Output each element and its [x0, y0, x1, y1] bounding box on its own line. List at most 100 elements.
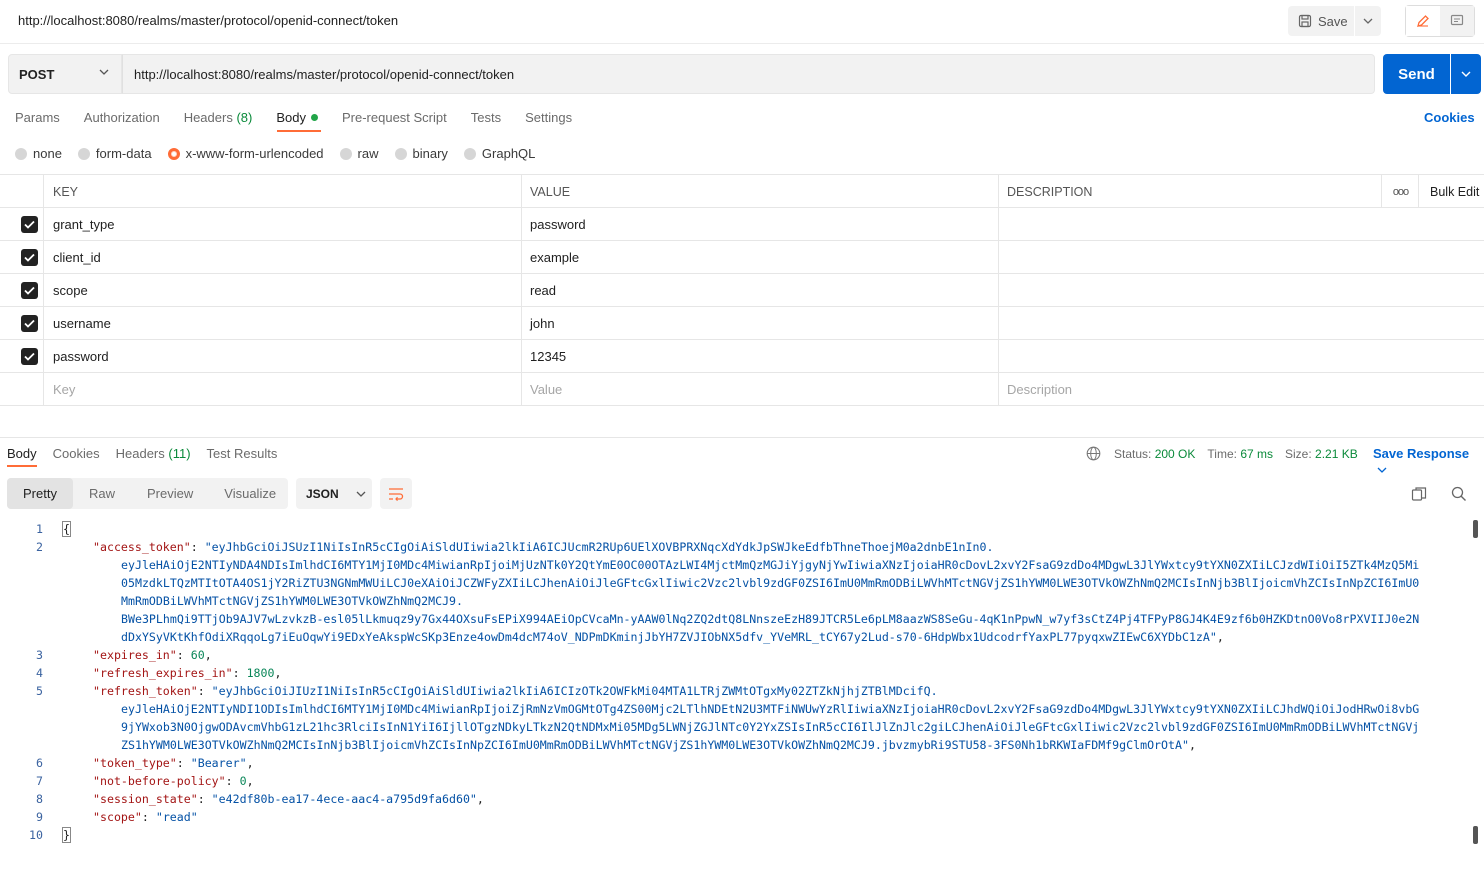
response-tab-cookies[interactable]: Cookies — [53, 446, 100, 461]
radio-x-www-form-urlencoded[interactable]: x-www-form-urlencoded — [167, 146, 324, 161]
chevron-down-icon — [1461, 71, 1471, 77]
row-checkbox[interactable] — [21, 348, 38, 365]
key-cell[interactable]: grant_type — [44, 208, 522, 241]
save-options-button[interactable] — [1355, 6, 1381, 36]
line-number: 7 — [36, 774, 43, 788]
description-cell[interactable] — [999, 307, 1382, 340]
request-title[interactable]: http://localhost:8080/realms/master/prot… — [18, 13, 398, 28]
globe-icon[interactable] — [1086, 446, 1101, 461]
send-options-button[interactable] — [1451, 54, 1481, 94]
wrap-lines-button[interactable] — [380, 478, 412, 509]
tab-pre-request-script[interactable]: Pre-request Script — [342, 110, 447, 130]
description-placeholder-cell[interactable]: Description — [999, 373, 1382, 406]
size-readout[interactable]: Size: 2.21 KB — [1285, 447, 1358, 461]
key-cell[interactable]: client_id — [44, 241, 522, 274]
table-row: client_id example — [0, 241, 1484, 274]
value-cell[interactable]: read — [522, 274, 999, 307]
code-wrap-line: 9jYWxob3N0OjgwODAvcmVhbG1zL21hc3RlciIsIn… — [0, 718, 1470, 736]
body-params-table: KEY VALUE DESCRIPTION ooo Bulk Edit gran… — [0, 174, 1484, 406]
more-options-icon[interactable]: ooo — [1383, 175, 1419, 208]
response-tab-test-results[interactable]: Test Results — [207, 446, 278, 461]
tab-headers-count: (8) — [236, 110, 253, 125]
value-cell[interactable]: password — [522, 208, 999, 241]
search-icon[interactable] — [1451, 486, 1467, 502]
status-readout[interactable]: Status: 200 OK — [1114, 447, 1195, 461]
check-cell — [0, 307, 44, 340]
row-checkbox[interactable] — [21, 249, 38, 266]
line-number: 8 — [36, 792, 43, 806]
save-button[interactable]: Save — [1288, 6, 1354, 36]
json-key: "not-before-policy" — [93, 774, 226, 788]
table-row: username john — [0, 307, 1484, 340]
radio-label: x-www-form-urlencoded — [185, 146, 324, 161]
tab-authorization[interactable]: Authorization — [84, 110, 160, 130]
key-cell[interactable]: username — [44, 307, 522, 340]
tab-body[interactable]: Body — [276, 110, 318, 130]
code-text: "refresh_expires_in": 1800, — [93, 666, 282, 680]
response-tab-headers[interactable]: Headers (11) — [116, 446, 191, 461]
documentation-mode-button[interactable] — [1440, 6, 1474, 36]
send-button[interactable]: Send — [1383, 54, 1450, 94]
copy-icon[interactable] — [1411, 486, 1427, 502]
key-cell[interactable]: password — [44, 340, 522, 373]
response-meta: Status: 200 OK Time: 67 ms Size: 2.21 KB — [1086, 446, 1370, 461]
row-checkbox[interactable] — [21, 282, 38, 299]
column-header-description: DESCRIPTION — [999, 175, 1382, 208]
view-tab-raw[interactable]: Raw — [89, 486, 115, 501]
code-wrap-line: eyJleHAiOjE2NTIyNDI1ODIsImlhdCI6MTY1MjI0… — [0, 700, 1470, 718]
view-tab-preview[interactable]: Preview — [147, 486, 193, 501]
key-placeholder-cell[interactable]: Key — [44, 373, 522, 406]
json-string: eyJleHAiOjE2NTIyNDI1ODIsImlhdCI6MTY1MjI0… — [121, 702, 1420, 716]
description-cell[interactable] — [999, 241, 1382, 274]
cookies-link[interactable]: Cookies — [1424, 110, 1475, 125]
code-line: 5 "refresh_token": "eyJhbGciOiJIUzI1NiIs… — [0, 682, 1470, 700]
scrollbar-marker-top[interactable] — [1473, 520, 1478, 538]
format-value: JSON — [306, 486, 339, 501]
format-select[interactable]: JSON — [296, 478, 372, 509]
code-wrap-line: MmRmODBiLWVhMTctNGVjZS1hYWM0LWE3OTVkOWZh… — [0, 592, 1470, 610]
tab-headers[interactable]: Headers (8) — [184, 110, 253, 130]
json-string: ZS1hYWM0LWE3OTVkOWZhNmQ2MCIsInNjb3BlIjoi… — [121, 738, 1189, 752]
chevron-down-icon — [99, 69, 109, 75]
row-checkbox[interactable] — [21, 315, 38, 332]
radio-none[interactable]: none — [15, 146, 62, 161]
request-url-input[interactable]: http://localhost:8080/realms/master/prot… — [122, 54, 1375, 94]
row-checkbox[interactable] — [21, 216, 38, 233]
body-indicator-dot — [310, 114, 318, 121]
http-method-value: POST — [19, 66, 55, 82]
description-cell[interactable] — [999, 340, 1382, 373]
description-cell[interactable] — [999, 208, 1382, 241]
size-label: Size: — [1285, 446, 1312, 461]
line-number: 1 — [36, 522, 43, 536]
value-cell[interactable]: 12345 — [522, 340, 999, 373]
http-method-select[interactable]: POST — [8, 54, 122, 94]
view-tab-pretty[interactable]: Pretty — [7, 478, 73, 509]
tab-params[interactable]: Params — [15, 110, 60, 130]
bulk-edit-button[interactable]: Bulk Edit — [1430, 175, 1479, 208]
json-key: "session_state" — [93, 792, 198, 806]
tab-tests[interactable]: Tests — [471, 110, 501, 130]
radio-raw[interactable]: raw — [339, 146, 379, 161]
time-readout[interactable]: Time: 67 ms — [1207, 447, 1273, 461]
json-string: BWe3PLhmQi9TTjOb9AJV7wLzvkzB-esl05lLkmuq… — [121, 612, 1420, 626]
key-cell[interactable]: scope — [44, 274, 522, 307]
radio-graphql[interactable]: GraphQL — [463, 146, 535, 161]
value-placeholder-cell[interactable]: Value — [522, 373, 999, 406]
tab-settings[interactable]: Settings — [525, 110, 572, 130]
json-string: "eyJhbGciOiJSUzI1NiIsInR5cCIgOiAiSldUIiw… — [204, 540, 994, 554]
view-tab-visualize[interactable]: Visualize — [224, 486, 276, 501]
code-line: 6 "token_type": "Bearer", — [0, 754, 1470, 772]
description-cell[interactable] — [999, 274, 1382, 307]
value-cell[interactable]: example — [522, 241, 999, 274]
response-tab-body[interactable]: Body — [7, 446, 37, 461]
response-divider[interactable] — [0, 437, 1484, 438]
edit-mode-button[interactable] — [1406, 6, 1440, 36]
check-cell — [0, 340, 44, 373]
code-line: 1 { — [0, 520, 1470, 538]
response-body-editor[interactable]: 1 { 2 "access_token": "eyJhbGciOiJSUzI1N… — [0, 520, 1470, 844]
radio-binary[interactable]: binary — [394, 146, 448, 161]
radio-form-data[interactable]: form-data — [77, 146, 152, 161]
scrollbar-marker-bottom[interactable] — [1473, 826, 1478, 844]
value-cell[interactable]: john — [522, 307, 999, 340]
save-response-button[interactable]: Save Response — [1373, 446, 1484, 476]
